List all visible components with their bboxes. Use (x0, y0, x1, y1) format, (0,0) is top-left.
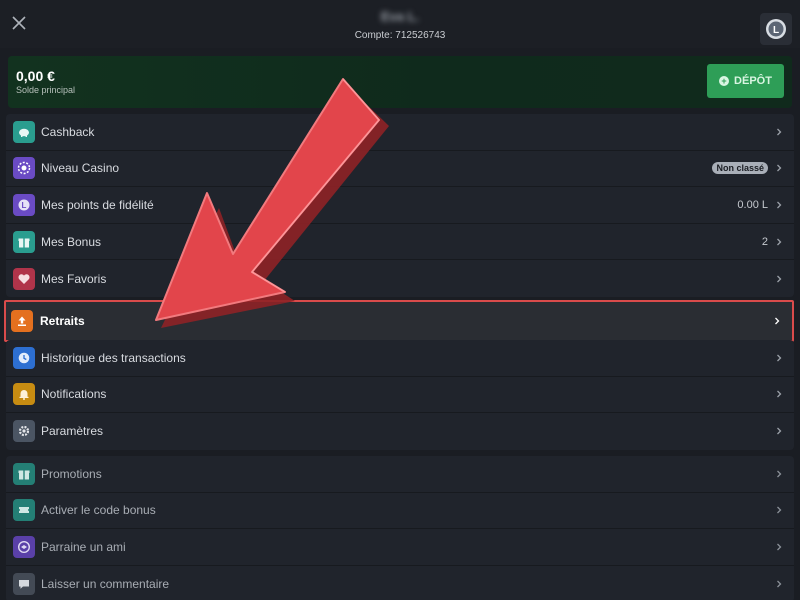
menu-item-settings[interactable]: Paramètres (6, 413, 794, 450)
level-badge: Non classé (712, 162, 768, 175)
menu-item-label: Mes Favoris (41, 271, 107, 286)
chevron-right-icon (775, 317, 780, 325)
chevron-right-icon (777, 201, 782, 209)
heart-icon (13, 267, 35, 290)
menu-item-label: Retraits (40, 314, 85, 328)
balance-card: 0,00 € Solde principal + DÉPÔT (8, 56, 792, 108)
chevron-right-icon (777, 128, 782, 136)
bonus-count: 2 (761, 235, 768, 248)
menu-item-loyalty-points[interactable]: L Mes points de fidélité 0.00 L (6, 187, 794, 224)
menu-item-notifications[interactable]: Notifications (6, 377, 794, 414)
plus-circle-icon: + (719, 76, 730, 86)
menu-item-label: Niveau Casino (41, 161, 120, 176)
svg-text:L: L (22, 201, 27, 210)
chevron-right-icon (777, 390, 782, 398)
bell-icon (13, 383, 35, 406)
chevron-right-icon (777, 543, 782, 551)
loyalty-points-value: 0.00 L (737, 198, 768, 211)
balance-amount: 0,00 € (16, 68, 55, 84)
gift-icon (13, 462, 35, 485)
withdrawals-highlight: Retraits (4, 300, 794, 342)
chat-icon (13, 573, 35, 596)
menu-item-feedback[interactable]: Laisser un commentaire (6, 566, 794, 600)
chevron-right-icon (777, 354, 782, 362)
gift-icon (13, 230, 35, 253)
promotions-menu-group: Promotions Activer le code bonus Parrain… (6, 456, 794, 600)
menu-item-bonus[interactable]: Mes Bonus 2 (6, 224, 794, 261)
menu-item-label: Parraine un ami (41, 539, 126, 554)
chevron-right-icon (777, 275, 782, 283)
piggy-bank-icon (13, 120, 35, 143)
menu-item-withdrawals[interactable]: Retraits (6, 302, 792, 340)
chevron-right-icon (777, 470, 782, 478)
balance-label: Solde principal (16, 85, 76, 95)
gear-icon (13, 420, 35, 443)
upload-icon (11, 310, 33, 332)
menu-item-label: Activer le code bonus (41, 503, 156, 518)
chevron-right-icon (777, 428, 782, 435)
menu-item-label: Paramètres (41, 424, 104, 439)
ticket-icon (13, 499, 35, 522)
chevron-right-icon (777, 164, 782, 172)
deposit-button-label: DÉPÔT (734, 75, 772, 87)
settings-menu-group: Historique des transactions Notification… (6, 340, 794, 450)
chevron-right-icon (777, 238, 782, 246)
menu-item-label: Laisser un commentaire (41, 577, 170, 592)
handshake-icon (13, 535, 35, 558)
user-name: Eva L. (380, 9, 420, 24)
header: Eva L. Compte: 712526743 L (0, 0, 800, 48)
account-menu-group: Cashback Niveau Casino Non classé L Mes … (6, 114, 794, 297)
menu-item-label: Mes points de fidélité (41, 197, 154, 212)
loyalty-avatar-icon[interactable]: L (760, 13, 792, 45)
menu-item-bonus-code[interactable]: Activer le code bonus (6, 493, 794, 530)
deposit-button[interactable]: + DÉPÔT (707, 64, 784, 98)
menu-item-label: Cashback (41, 124, 95, 139)
menu-item-label: Notifications (41, 387, 107, 402)
account-number: Compte: 712526743 (354, 30, 446, 41)
menu-item-casino-level[interactable]: Niveau Casino Non classé (6, 151, 794, 188)
casino-chip-icon (13, 157, 35, 180)
clock-icon (13, 346, 35, 369)
menu-item-label: Promotions (41, 466, 102, 481)
chevron-right-icon (777, 580, 782, 588)
menu-item-referral[interactable]: Parraine un ami (6, 529, 794, 566)
menu-item-label: Historique des transactions (41, 350, 186, 365)
svg-text:L: L (773, 25, 779, 36)
chevron-right-icon (777, 506, 782, 514)
menu-item-transaction-history[interactable]: Historique des transactions (6, 340, 794, 377)
menu-item-label: Mes Bonus (41, 234, 102, 249)
loyalty-coin-icon: L (13, 193, 35, 216)
menu-item-favorites[interactable]: Mes Favoris (6, 260, 794, 297)
menu-item-cashback[interactable]: Cashback (6, 114, 794, 151)
menu-item-promotions[interactable]: Promotions (6, 456, 794, 493)
close-icon[interactable] (8, 12, 30, 34)
